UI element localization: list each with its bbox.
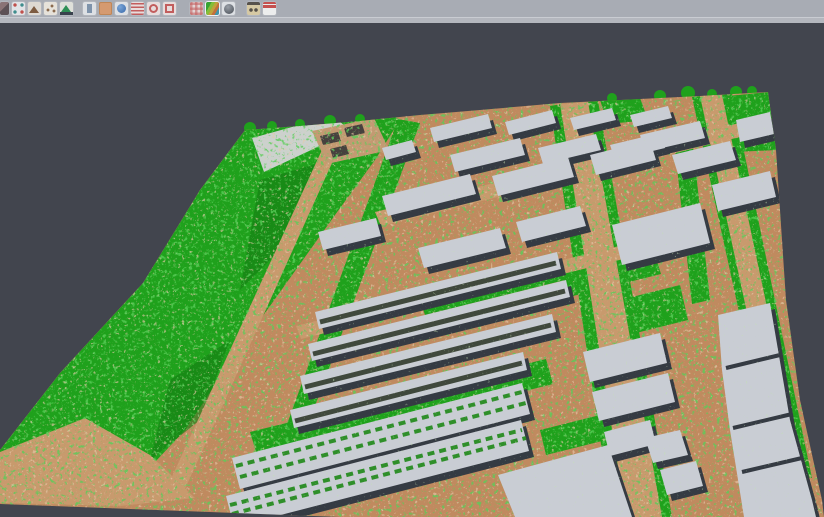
toolbar-lower-strip (0, 17, 824, 23)
3d-viewport[interactable] (0, 23, 824, 517)
terrain-model-icon[interactable] (28, 2, 41, 15)
crop-frame-icon[interactable] (163, 2, 176, 15)
report-icon[interactable] (263, 2, 276, 15)
point-cloud-render (0, 23, 824, 517)
histogram-column-icon[interactable] (83, 2, 96, 15)
application-window (0, 0, 824, 517)
target-ring-icon[interactable] (147, 2, 160, 15)
contour-lines-icon[interactable] (131, 2, 144, 15)
point-cloud-icon[interactable] (44, 2, 57, 15)
surface-model-icon[interactable] (60, 2, 73, 15)
main-toolbar (0, 0, 824, 17)
globe-icon[interactable] (115, 2, 128, 15)
orthophoto-icon[interactable] (99, 2, 112, 15)
attribute-table-icon[interactable] (247, 2, 260, 15)
grid-icon[interactable] (190, 2, 203, 15)
classification-map-icon[interactable] (206, 2, 219, 15)
sphere-icon[interactable] (222, 2, 235, 15)
registration-points-icon[interactable] (12, 2, 25, 15)
import-icon[interactable] (0, 2, 9, 15)
